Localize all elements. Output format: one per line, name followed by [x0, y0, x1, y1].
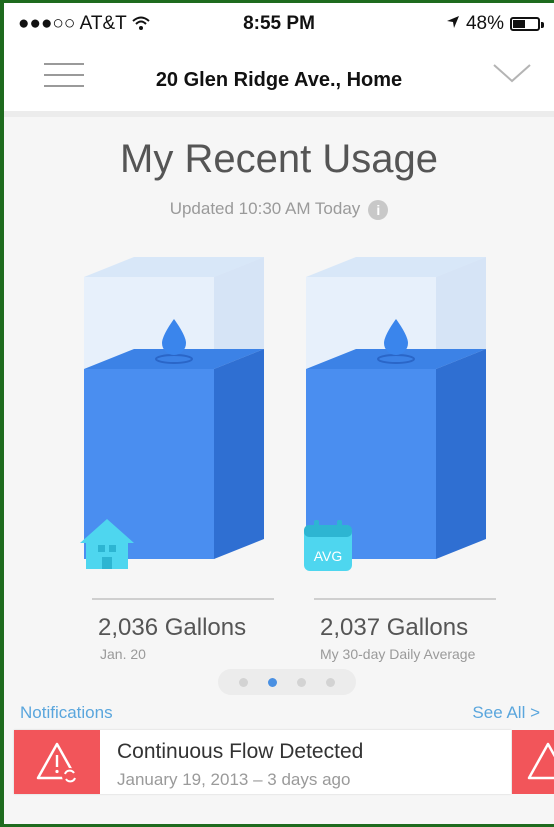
nav-bar: 20 Glen Ridge Ave., Home	[4, 41, 554, 117]
chevron-down-icon[interactable]	[492, 59, 532, 89]
notification-card-next[interactable]	[512, 730, 554, 794]
status-bar: ●●●○○ AT&T 8:55 PM 48%	[4, 3, 554, 41]
page-dot-active[interactable]	[268, 677, 277, 687]
page-title: My Recent Usage	[120, 137, 438, 181]
avg-icon-text: AVG	[314, 548, 343, 564]
updated-line: Updated 10:30 AM Today i	[4, 199, 554, 220]
house-icon	[78, 515, 136, 573]
status-right: 48%	[446, 13, 544, 35]
updated-text: Updated 10:30 AM Today	[169, 199, 361, 218]
page-indicator	[218, 669, 356, 695]
gallons-today-date: Jan. 20	[100, 646, 146, 662]
location-arrow-icon	[446, 13, 460, 35]
gallons-average: 2,037 Gallons	[320, 614, 469, 641]
usage-tank-today[interactable]	[78, 257, 278, 572]
notification-date: January 19, 2013 – 3 days ago	[117, 770, 351, 789]
notification-title: Continuous Flow Detected	[117, 740, 364, 763]
notification-card[interactable]: Continuous Flow Detected January 19, 201…	[14, 730, 511, 794]
page-dot[interactable]	[239, 677, 248, 687]
app-frame: ●●●○○ AT&T 8:55 PM 48% 20 Glen Ridge Ave…	[0, 0, 554, 827]
info-icon[interactable]: i	[368, 199, 389, 220]
see-all-link[interactable]: See All >	[472, 703, 540, 723]
notifications-title: Notifications	[20, 703, 113, 722]
tank-divider	[92, 598, 274, 600]
usage-tank-average[interactable]: AVG	[300, 257, 500, 572]
battery-percent: 48%	[465, 13, 504, 34]
avg-calendar-icon: AVG	[300, 519, 358, 577]
gallons-average-label: My 30-day Daily Average	[320, 646, 476, 662]
gallons-today: 2,036 Gallons	[98, 614, 247, 641]
warning-icon	[527, 742, 554, 780]
location-title: 20 Glen Ridge Ave., Home	[155, 69, 403, 91]
usage-panel: My Recent Usage Updated 10:30 AM Today i	[4, 117, 554, 695]
warning-flow-icon	[14, 730, 100, 794]
notifications-header: Notifications See All >	[4, 703, 554, 725]
page-dot[interactable]	[297, 677, 306, 687]
battery-icon	[510, 17, 544, 31]
tank-divider	[314, 598, 496, 600]
page-dot[interactable]	[326, 677, 335, 687]
